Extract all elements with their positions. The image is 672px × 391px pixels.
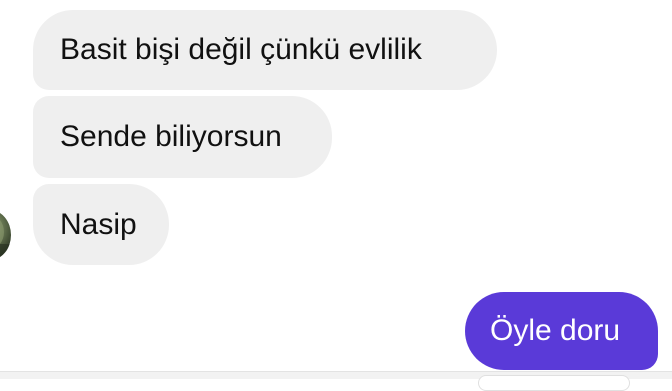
incoming-message-bubble[interactable]: Nasip [33, 184, 169, 265]
contact-avatar[interactable] [0, 210, 11, 260]
message-text: Basit bişi değil çünkü evlilik [60, 33, 422, 66]
incoming-message-bubble[interactable]: Basit bişi değil çünkü evlilik [33, 10, 497, 90]
outgoing-message-bubble[interactable]: Öyle doru [465, 292, 658, 370]
avatar-image [0, 220, 11, 260]
incoming-message-bubble[interactable]: Sende biliyorsun [33, 96, 332, 178]
message-text: Nasip [60, 207, 137, 241]
message-text: Sende biliyorsun [60, 120, 282, 153]
message-text: Öyle doru [490, 314, 621, 347]
message-input[interactable] [478, 375, 630, 391]
